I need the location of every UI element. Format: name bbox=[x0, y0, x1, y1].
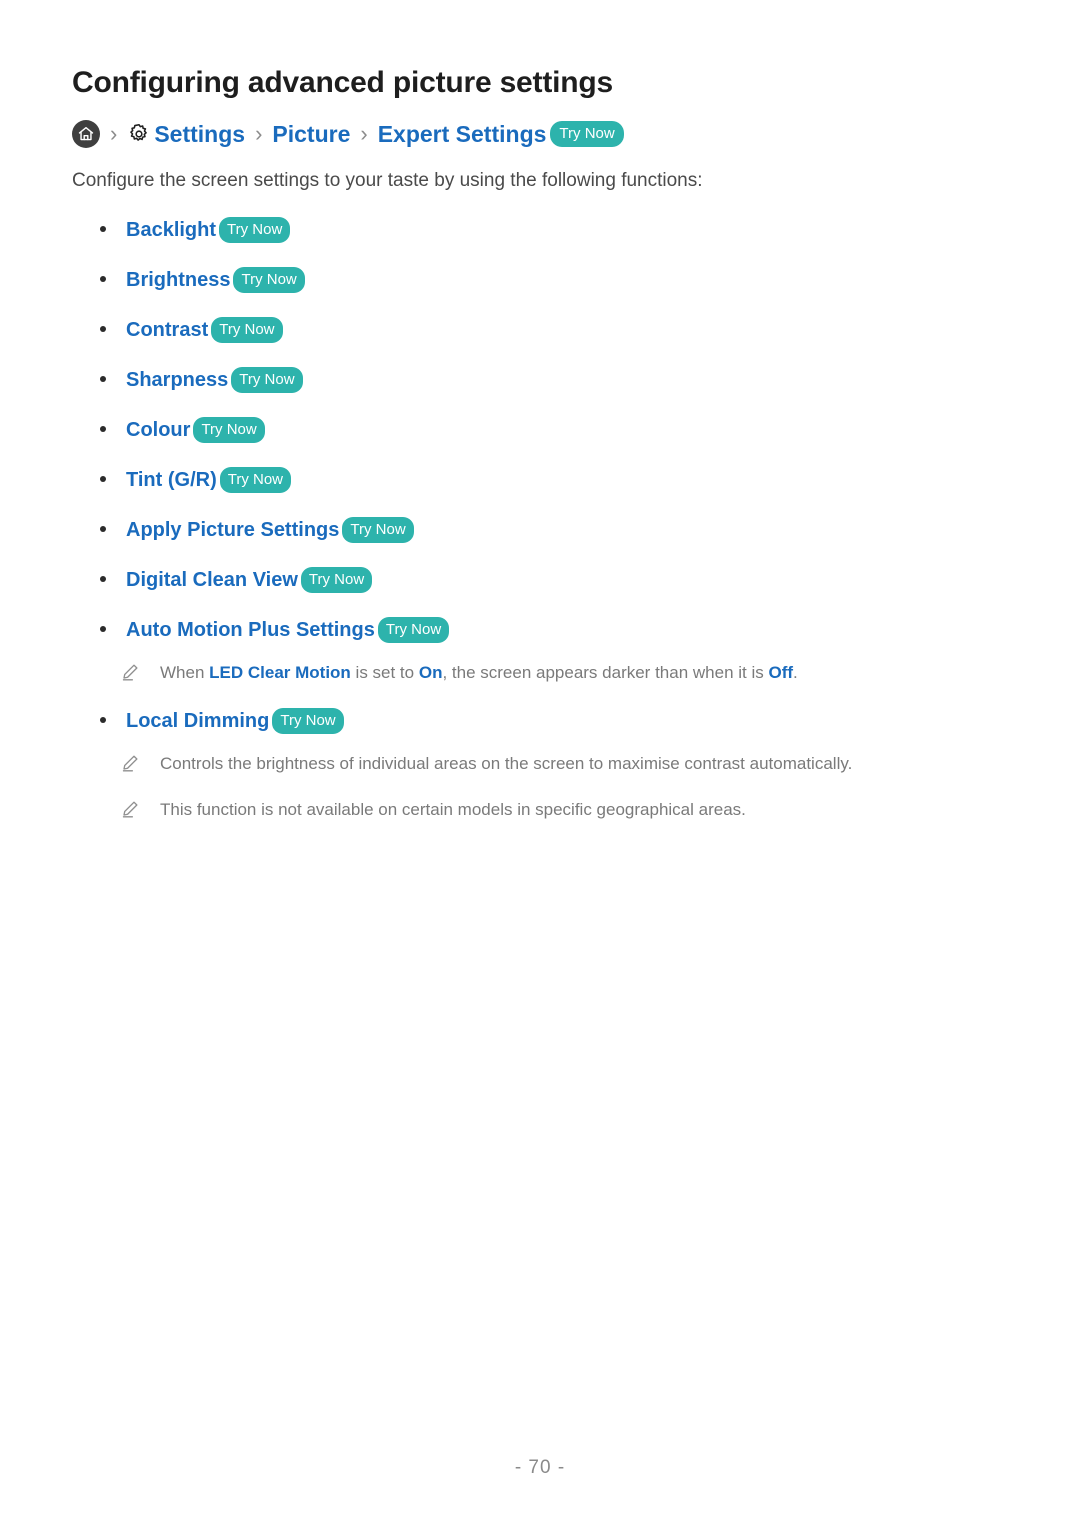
list-item[interactable]: Tint (G/R) Try Now bbox=[72, 466, 1008, 493]
note-auto-motion: When LED Clear Motion is set to On, the … bbox=[72, 661, 1008, 686]
breadcrumb-item-expert-settings[interactable]: Expert Settings bbox=[378, 122, 547, 146]
try-now-badge[interactable]: Try Now bbox=[193, 416, 265, 443]
try-now-badge[interactable]: Try Now bbox=[272, 707, 344, 734]
feature-label: Tint (G/R) bbox=[126, 468, 217, 491]
breadcrumb-item-picture[interactable]: Picture bbox=[272, 122, 350, 146]
note-text-part: When bbox=[160, 662, 210, 682]
home-icon[interactable] bbox=[72, 120, 100, 149]
list-item[interactable]: Backlight Try Now bbox=[72, 216, 1008, 243]
list-item[interactable]: Colour Try Now bbox=[72, 416, 1008, 443]
pencil-icon bbox=[120, 799, 140, 819]
feature-list: Backlight Try Now Brightness Try Now Contr… bbox=[72, 195, 1008, 643]
try-now-badge[interactable]: Try Now bbox=[219, 466, 292, 493]
feature-label: Brightness bbox=[126, 268, 231, 291]
try-now-badge[interactable]: Try Now bbox=[233, 266, 305, 293]
try-now-badge[interactable]: Try Now bbox=[231, 366, 303, 393]
feature-label: Colour bbox=[126, 418, 191, 441]
list-item[interactable]: Local Dimming Try Now bbox=[72, 707, 1008, 734]
breadcrumb-separator-2: › bbox=[255, 121, 263, 147]
list-item[interactable]: Auto Motion Plus Settings Try Now bbox=[72, 616, 1008, 643]
feature-label: Sharpness bbox=[126, 368, 229, 391]
try-now-badge-breadcrumb[interactable]: Try Now bbox=[550, 121, 624, 148]
try-now-badge[interactable]: Try Now bbox=[211, 316, 283, 343]
try-now-badge[interactable]: Try Now bbox=[377, 616, 450, 643]
feature-label: Local Dimming bbox=[126, 709, 270, 732]
breadcrumb-separator-3: › bbox=[360, 121, 368, 147]
document-page: Configuring advanced picture settings › … bbox=[0, 0, 1080, 1527]
pencil-icon bbox=[120, 662, 140, 682]
page-title: Configuring advanced picture settings bbox=[72, 66, 613, 99]
gear-icon[interactable] bbox=[127, 122, 151, 146]
note-local-dimming-2: This function is not available on certai… bbox=[72, 798, 1008, 823]
feature-label: Digital Clean View bbox=[126, 568, 298, 591]
note-emphasis-on: On bbox=[418, 662, 443, 682]
try-now-badge[interactable]: Try Now bbox=[342, 516, 414, 543]
feature-label: Apply Picture Settings bbox=[126, 518, 340, 541]
list-item[interactable]: Apply Picture Settings Try Now bbox=[72, 516, 1008, 543]
try-now-badge[interactable]: Try Now bbox=[300, 566, 373, 593]
note-text-part: is set to bbox=[350, 662, 419, 682]
breadcrumb-separator-1: › bbox=[110, 121, 118, 147]
breadcrumb-item-settings[interactable]: Settings bbox=[154, 122, 245, 146]
list-item[interactable]: Sharpness Try Now bbox=[72, 366, 1008, 393]
feature-label: Contrast bbox=[126, 318, 209, 341]
feature-label: Backlight bbox=[126, 218, 217, 241]
note-emphasis-led-clear-motion: LED Clear Motion bbox=[209, 662, 351, 682]
note-text-part: , the screen appears darker than when it… bbox=[442, 662, 769, 682]
list-item[interactable]: Brightness Try Now bbox=[72, 266, 1008, 293]
note-emphasis-off: Off bbox=[768, 662, 794, 682]
list-item[interactable]: Digital Clean View Try Now bbox=[72, 566, 1008, 593]
feature-label: Auto Motion Plus Settings bbox=[126, 618, 375, 641]
try-now-badge[interactable]: Try Now bbox=[219, 216, 291, 243]
pencil-icon bbox=[120, 753, 140, 773]
note-text: This function is not available on certai… bbox=[160, 800, 746, 820]
feature-list-local-dimming: Local Dimming Try Now bbox=[72, 707, 1008, 734]
intro-paragraph: Configure the screen settings to your ta… bbox=[72, 170, 703, 192]
note-text: Controls the brightness of individual ar… bbox=[160, 753, 853, 773]
page-number: - 70 - bbox=[514, 1457, 566, 1478]
note-text-part: . bbox=[793, 662, 798, 682]
list-item[interactable]: Contrast Try Now bbox=[72, 316, 1008, 343]
breadcrumb: › Settings › Picture › Expert Settings T… bbox=[72, 120, 1008, 149]
note-local-dimming-1: Controls the brightness of individual ar… bbox=[72, 752, 1008, 777]
